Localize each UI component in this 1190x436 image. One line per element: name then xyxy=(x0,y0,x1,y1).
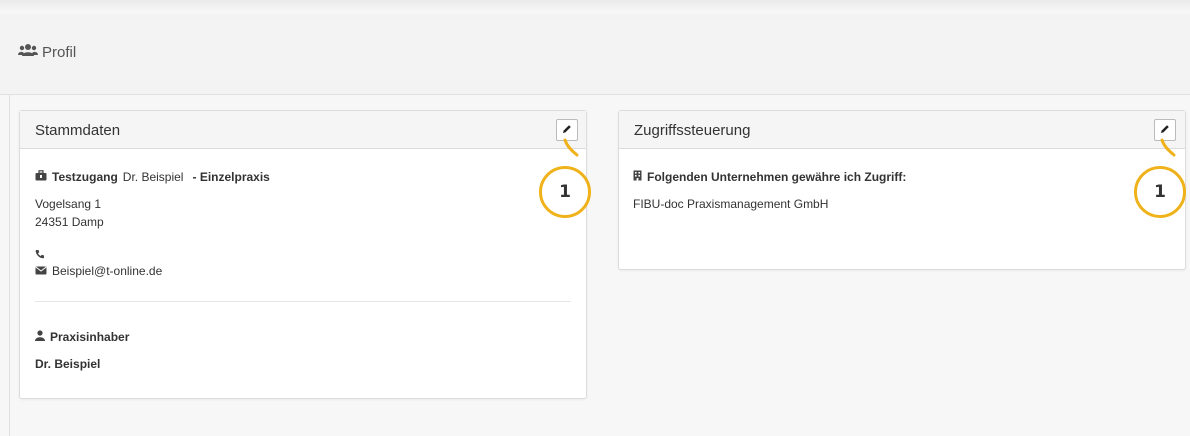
stammdaten-card-header: Stammdaten xyxy=(20,111,586,149)
phone-line xyxy=(35,248,50,262)
email-line: Beispiel@t-online.de xyxy=(35,264,162,278)
zugriff-company: FIBU-doc Praxismanagement GmbH xyxy=(633,197,829,211)
pencil-icon xyxy=(562,121,572,139)
zugriff-card: Zugriffssteuerung Folgenden Unternehmen … xyxy=(618,110,1186,270)
pencil-icon xyxy=(1160,121,1170,139)
practice-suffix: - Einzelpraxis xyxy=(192,170,270,184)
user-icon xyxy=(35,330,45,344)
left-rule xyxy=(9,94,10,436)
zugriff-heading-text: Folgenden Unternehmen gewähre ich Zugrif… xyxy=(647,170,907,184)
owner-heading-text: Praxisinhaber xyxy=(50,330,130,344)
zugriff-card-header: Zugriffssteuerung xyxy=(619,111,1185,149)
page-title-text: Profil xyxy=(42,43,77,61)
page-title: Profil xyxy=(18,43,76,61)
users-icon xyxy=(18,43,38,61)
zugriff-heading: Folgenden Unternehmen gewähre ich Zugrif… xyxy=(633,170,906,184)
briefcase-icon xyxy=(35,170,47,184)
building-icon xyxy=(633,170,642,184)
practice-line: Testzugang Dr. Beispiel - Einzelpraxis xyxy=(35,170,270,184)
email-value: Beispiel@t-online.de xyxy=(52,264,163,278)
envelope-icon xyxy=(35,264,47,278)
street: Vogelsang 1 xyxy=(35,197,102,211)
page-header: Profil xyxy=(0,14,1190,95)
stammdaten-divider xyxy=(35,301,571,302)
owner-name: Dr. Beispiel xyxy=(35,357,101,371)
phone-icon xyxy=(35,248,45,262)
callout-badge-2-label: 1 xyxy=(1154,182,1166,202)
city: 24351 Damp xyxy=(35,215,104,229)
callout-tail-1 xyxy=(563,138,579,157)
stammdaten-card: Stammdaten Testzugang Dr. Beispiel - Ein… xyxy=(19,110,587,399)
stammdaten-title: Stammdaten xyxy=(35,122,121,139)
top-shadow xyxy=(0,0,1190,12)
zugriff-title: Zugriffssteuerung xyxy=(634,122,751,139)
practice-name: Dr. Beispiel xyxy=(122,170,184,184)
callout-badge-1: 1 xyxy=(539,166,591,218)
callout-badge-2: 1 xyxy=(1134,166,1186,218)
owner-heading: Praxisinhaber xyxy=(35,330,129,344)
practice-prefix: Testzugang xyxy=(52,170,118,184)
callout-tail-2 xyxy=(1160,138,1176,157)
callout-badge-1-label: 1 xyxy=(559,182,571,202)
